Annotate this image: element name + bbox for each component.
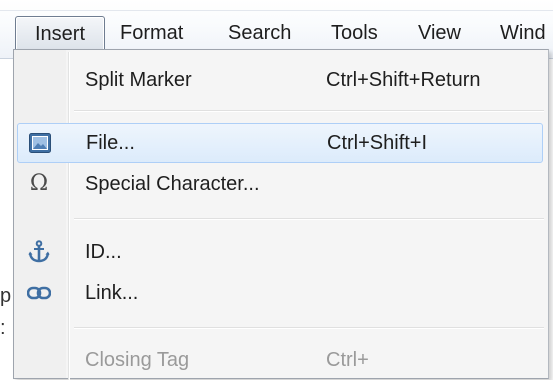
menu-window[interactable]: Wind bbox=[500, 16, 546, 50]
menu-item-shortcut: Ctrl+Shift+Return bbox=[326, 69, 481, 91]
document-text-fragment: : bbox=[0, 317, 6, 339]
document-text-fragment: p bbox=[0, 285, 12, 307]
menu-insert[interactable]: Insert bbox=[15, 16, 105, 50]
menu-format[interactable]: Format bbox=[120, 16, 183, 50]
link-icon bbox=[27, 281, 51, 305]
anchor-icon bbox=[27, 240, 51, 264]
menu-item-file[interactable]: File... Ctrl+Shift+I bbox=[17, 123, 543, 163]
menu-item-label: Link... bbox=[85, 282, 139, 304]
menu-item-special-character[interactable]: Ω Special Character... bbox=[17, 164, 543, 204]
menu-item-label: ID... bbox=[85, 241, 122, 263]
menu-item-label: File... bbox=[86, 132, 135, 154]
gutter-divider bbox=[68, 52, 69, 380]
menu-item-label: Split Marker bbox=[85, 69, 192, 91]
menu-view[interactable]: View bbox=[418, 16, 461, 50]
menu-separator bbox=[74, 218, 544, 219]
menu-search[interactable]: Search bbox=[228, 16, 291, 50]
menu-item-label: Special Character... bbox=[85, 173, 260, 195]
menu-separator bbox=[74, 110, 544, 111]
menu-separator bbox=[74, 327, 544, 328]
menu-item-link[interactable]: Link... bbox=[17, 273, 543, 313]
image-file-icon bbox=[28, 131, 52, 155]
menu-item-split-marker[interactable]: Split Marker Ctrl+Shift+Return bbox=[17, 60, 543, 100]
menu-item-shortcut: Ctrl+ bbox=[326, 349, 369, 371]
menubar-top-divider bbox=[0, 10, 553, 11]
menu-item-id[interactable]: ID... bbox=[17, 232, 543, 272]
menu-tools[interactable]: Tools bbox=[331, 16, 378, 50]
menu-item-label: Closing Tag bbox=[85, 349, 190, 371]
insert-dropdown-menu: Split Marker Ctrl+Shift+Return File... C… bbox=[13, 49, 549, 380]
omega-icon: Ω bbox=[29, 171, 49, 196]
menu-item-shortcut: Ctrl+Shift+I bbox=[327, 132, 428, 154]
menu-item-closing-tag: Closing Tag Ctrl+ bbox=[17, 340, 543, 380]
